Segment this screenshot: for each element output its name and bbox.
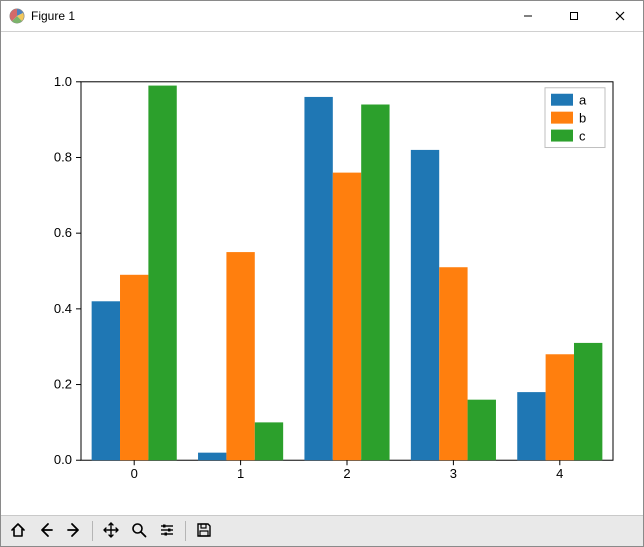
legend-swatch	[551, 94, 573, 106]
bar	[255, 422, 283, 460]
toolbar-separator	[185, 521, 186, 541]
x-tick-label: 0	[131, 466, 138, 481]
save-icon	[196, 522, 212, 541]
bar	[148, 86, 176, 461]
bar	[574, 343, 602, 460]
nav-toolbar	[1, 515, 643, 546]
y-tick-label: 0.2	[54, 377, 72, 392]
bar	[333, 173, 361, 461]
home-icon	[10, 522, 26, 541]
bar	[517, 392, 545, 460]
window-title: Figure 1	[31, 9, 75, 23]
x-tick-label: 3	[450, 466, 457, 481]
figure-canvas[interactable]: 0.0 0.2 0.4 0.6 0.8 1.0 0 1 2 3 4 abc	[1, 32, 643, 515]
titlebar: Figure 1	[1, 1, 643, 32]
x-tick-label: 1	[237, 466, 244, 481]
bar	[411, 150, 439, 460]
legend-label: a	[579, 93, 587, 108]
bar-chart: 0.0 0.2 0.4 0.6 0.8 1.0 0 1 2 3 4 abc	[1, 32, 643, 515]
matplotlib-icon	[9, 8, 25, 24]
bar	[120, 275, 148, 460]
bar	[361, 104, 389, 460]
back-button[interactable]	[33, 519, 59, 543]
configure-subplots-button[interactable]	[154, 519, 180, 543]
arrow-right-icon	[66, 522, 82, 541]
pan-button[interactable]	[98, 519, 124, 543]
toolbar-separator	[92, 521, 93, 541]
save-button[interactable]	[191, 519, 217, 543]
zoom-button[interactable]	[126, 519, 152, 543]
sliders-icon	[159, 522, 175, 541]
y-tick-label: 0.6	[54, 225, 72, 240]
move-icon	[103, 522, 119, 541]
app-window: Figure 1 0.0 0.2 0.4 0.6 0.8 1.0 0 1 2 3 4 abc	[0, 0, 644, 547]
y-tick-label: 0.0	[54, 452, 72, 467]
legend-swatch	[551, 112, 573, 124]
x-tick-label: 4	[556, 466, 563, 481]
bar	[546, 354, 574, 460]
bar	[226, 252, 254, 460]
y-tick-label: 0.8	[54, 149, 72, 164]
arrow-left-icon	[38, 522, 54, 541]
minimize-button[interactable]	[505, 1, 551, 31]
bar	[304, 97, 332, 460]
bar	[468, 400, 496, 461]
bar	[198, 453, 226, 461]
close-button[interactable]	[597, 1, 643, 31]
y-tick-label: 0.4	[54, 301, 72, 316]
maximize-button[interactable]	[551, 1, 597, 31]
zoom-icon	[131, 522, 147, 541]
x-tick-label: 2	[343, 466, 350, 481]
legend-swatch	[551, 130, 573, 142]
legend-label: c	[579, 129, 586, 144]
bar	[439, 267, 467, 460]
forward-button[interactable]	[61, 519, 87, 543]
home-button[interactable]	[5, 519, 31, 543]
y-tick-label: 1.0	[54, 74, 72, 89]
bar	[92, 301, 120, 460]
legend-label: b	[579, 111, 586, 126]
